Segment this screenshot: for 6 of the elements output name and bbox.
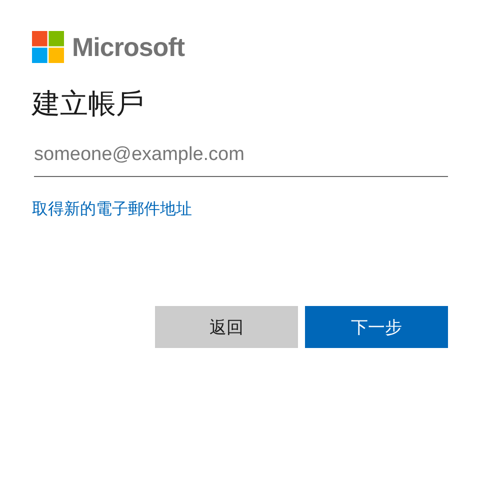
page-title: 建立帳戶 <box>32 86 145 122</box>
brand-name: Microsoft <box>72 32 184 62</box>
back-button[interactable]: 返回 <box>155 306 298 348</box>
new-email-link[interactable]: 取得新的電子郵件地址 <box>32 199 192 218</box>
next-button[interactable]: 下一步 <box>305 306 448 348</box>
logo-icon <box>32 31 64 63</box>
